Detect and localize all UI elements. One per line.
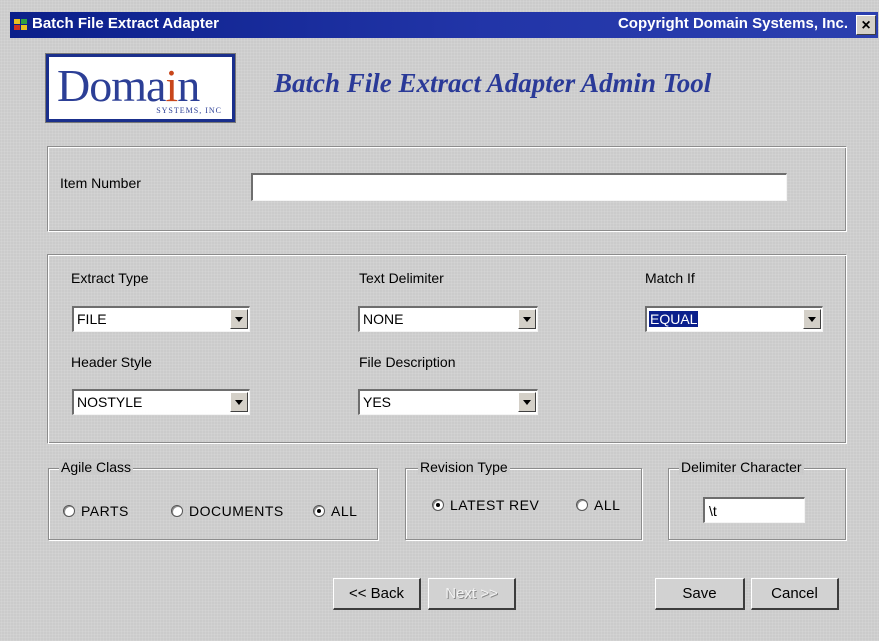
header-style-value: NOSTYLE (77, 394, 143, 410)
close-icon: × (861, 17, 871, 34)
agile-class-group: Agile Class PARTS DOCUMENTS ALL (48, 459, 378, 540)
match-if-label: Match If (645, 270, 695, 286)
radio-label: PARTS (81, 503, 129, 519)
text-delimiter-label: Text Delimiter (359, 270, 444, 286)
app-icon (14, 19, 28, 31)
radio-checked-icon[interactable] (432, 499, 444, 511)
file-description-select[interactable]: YES (358, 389, 538, 415)
match-if-value: EQUAL (647, 310, 700, 328)
radio-revision-latest[interactable]: LATEST REV (432, 497, 539, 513)
file-description-label: File Description (359, 354, 456, 370)
chevron-down-icon[interactable] (230, 392, 248, 412)
match-if-select[interactable]: EQUAL (645, 306, 823, 332)
text-delimiter-value: NONE (363, 311, 404, 327)
radio-checked-icon[interactable] (313, 505, 325, 517)
file-description-value: YES (363, 394, 392, 410)
radio-revision-all[interactable]: ALL (576, 497, 620, 513)
cancel-button[interactable]: Cancel (751, 578, 839, 610)
delimiter-character-legend: Delimiter Character (679, 459, 804, 475)
chevron-down-icon[interactable] (518, 392, 536, 412)
close-button[interactable]: × (856, 15, 876, 35)
text-delimiter-select[interactable]: NONE (358, 306, 538, 332)
item-number-panel: Item Number (47, 146, 847, 232)
agile-class-legend: Agile Class (59, 459, 134, 475)
radio-label: LATEST REV (450, 497, 540, 513)
copyright-text: Copyright Domain Systems, Inc. (617, 15, 848, 32)
radio-label: DOCUMENTS (189, 503, 284, 519)
page-title: Batch File Extract Adapter Admin Tool (274, 68, 712, 98)
back-button[interactable]: << Back (333, 578, 421, 610)
radio-label: ALL (594, 497, 621, 513)
logo-wordmark: Domain (57, 60, 200, 111)
radio-unchecked-icon[interactable] (576, 499, 588, 511)
chevron-down-icon[interactable] (230, 309, 248, 329)
app-window: Batch File Extract Adapter Copyright Dom… (0, 0, 879, 641)
extract-options-panel: Extract Type FILE Text Delimiter NONE Ma… (47, 254, 847, 444)
radio-agile-all[interactable]: ALL (313, 503, 357, 519)
radio-agile-documents[interactable]: DOCUMENTS (171, 503, 284, 519)
logo-subtitle: SYSTEMS, INC (156, 106, 222, 115)
revision-type-legend: Revision Type (418, 459, 510, 475)
extract-type-value: FILE (77, 311, 107, 327)
header-style-select[interactable]: NOSTYLE (72, 389, 250, 415)
chevron-down-icon[interactable] (518, 309, 536, 329)
item-number-label: Item Number (60, 175, 141, 191)
domain-logo: Domain SYSTEMS, INC (45, 53, 236, 123)
window-title: Batch File Extract Adapter (32, 15, 219, 32)
title-bar[interactable]: Batch File Extract Adapter Copyright Dom… (10, 12, 878, 38)
radio-unchecked-icon[interactable] (171, 505, 183, 517)
extract-type-label: Extract Type (71, 270, 149, 286)
radio-unchecked-icon[interactable] (63, 505, 75, 517)
extract-type-select[interactable]: FILE (72, 306, 250, 332)
next-button[interactable]: Next >> (428, 578, 516, 610)
chevron-down-icon[interactable] (803, 309, 821, 329)
item-number-input[interactable] (251, 173, 787, 201)
delimiter-character-group: Delimiter Character (668, 459, 846, 540)
header-style-label: Header Style (71, 354, 152, 370)
delimiter-character-input[interactable] (703, 497, 805, 523)
radio-agile-parts[interactable]: PARTS (63, 503, 129, 519)
radio-label: ALL (331, 503, 358, 519)
revision-type-group: Revision Type LATEST REV ALL (405, 459, 642, 540)
save-button[interactable]: Save (655, 578, 745, 610)
